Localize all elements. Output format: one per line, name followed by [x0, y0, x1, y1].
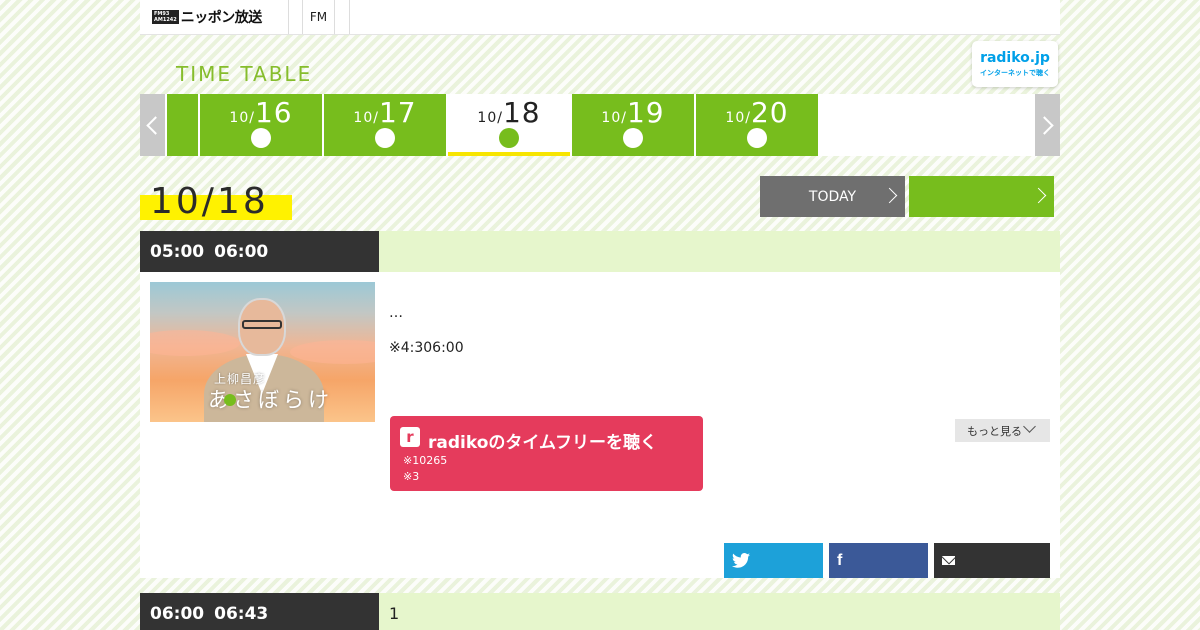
program-image[interactable]: 上柳昌彦 あさぼらけ: [150, 282, 375, 422]
time-slot-bar: 05:00 06:00: [140, 231, 1060, 272]
logo-mark: FM93 AM1242: [152, 10, 179, 24]
slot-end: 06:43: [214, 603, 269, 624]
date-tab-17[interactable]: 10/17: [324, 94, 446, 156]
date-tab-18[interactable]: 10/18: [448, 94, 570, 156]
slot-end: 06:00: [214, 241, 269, 262]
more-button-label: もっと見る: [967, 424, 1022, 438]
date-indicator-dot: [375, 128, 395, 148]
cloud-shape: [150, 330, 240, 356]
chevron-right-icon: [1035, 115, 1054, 135]
date-month: 10/: [477, 110, 503, 126]
radiko-icon: r: [400, 427, 420, 447]
date-day: 16: [254, 96, 293, 129]
twitter-icon: [732, 553, 750, 568]
today-button[interactable]: TODAY: [760, 176, 905, 217]
station-logo[interactable]: FM93 AM1242 ニッポン放送: [140, 0, 289, 34]
date-tab-16[interactable]: 10/16: [200, 94, 322, 156]
chevron-right-icon: [881, 187, 898, 204]
nav-divider: [289, 0, 303, 34]
slot-title: 1: [389, 604, 400, 623]
person-glasses: [242, 320, 282, 329]
date-day: 19: [626, 96, 665, 129]
radiko-button-note: ※10265: [403, 454, 448, 467]
radiko-logo-link[interactable]: radiko.jp インターネットで聴く: [972, 41, 1058, 87]
date-day: 18: [502, 96, 541, 129]
today-button-label: TODAY: [808, 188, 857, 205]
date-day: 17: [378, 96, 417, 129]
radiko-timefree-button[interactable]: r radikoのタイムフリーを聴く ※10265 ※3: [390, 416, 703, 491]
program-note: ※4:306:00: [389, 340, 464, 356]
radiko-button-label: radikoのタイムフリーを聴く: [428, 433, 658, 453]
next-week-button[interactable]: [1035, 94, 1060, 156]
logo-mark-bottom: AM1242: [154, 17, 177, 23]
date-month: 10/: [725, 110, 751, 126]
next-day-button[interactable]: [909, 176, 1054, 217]
slot-time: 06:00 06:43: [140, 593, 379, 630]
program-description: …: [389, 305, 403, 321]
radiko-logo-name: radiko.jp: [980, 50, 1050, 66]
date-tab-partial[interactable]: [167, 94, 198, 156]
date-indicator-dot: [747, 128, 767, 148]
cloud-shape: [290, 340, 375, 364]
facebook-share-button[interactable]: f: [829, 543, 928, 578]
time-slot-bar: 06:00 06:43 1: [140, 593, 1060, 630]
facebook-icon: f: [837, 551, 843, 569]
chevron-left-icon: [146, 115, 165, 135]
date-indicator-dot: [499, 128, 519, 148]
logo-text: ニッポン放送: [180, 10, 263, 26]
date-month: 10/: [229, 110, 255, 126]
slot-start: 05:00: [150, 241, 205, 262]
nav-fm-link[interactable]: FM: [303, 0, 335, 34]
mail-icon: [942, 556, 955, 565]
chevron-right-icon: [1030, 187, 1047, 204]
image-dot: [224, 394, 236, 406]
date-month: 10/: [353, 110, 379, 126]
mail-share-button[interactable]: [934, 543, 1050, 578]
date-selector: 10/16 10/17 10/18 10/19 10/20: [140, 94, 1060, 156]
slot-start: 06:00: [150, 603, 205, 624]
nav-link[interactable]: [335, 0, 350, 34]
radiko-button-note: ※3: [403, 470, 420, 483]
date-day: 20: [750, 96, 789, 129]
current-date-text: 10/18: [150, 181, 269, 222]
date-tab-20[interactable]: 10/20: [696, 94, 818, 156]
slot-time: 05:00 06:00: [140, 231, 379, 272]
radiko-logo-sub: インターネットで聴く: [980, 69, 1050, 77]
current-date-heading: 10/18: [140, 181, 292, 222]
twitter-share-button[interactable]: [724, 543, 823, 578]
prev-week-button[interactable]: [140, 94, 165, 156]
chevron-down-icon: [1023, 420, 1036, 433]
date-indicator-dot: [623, 128, 643, 148]
more-button[interactable]: もっと見る: [955, 419, 1050, 442]
date-month: 10/: [601, 110, 627, 126]
program-card: 上柳昌彦 あさぼらけ … ※4:306:00 r radikoのタイムフリーを聴…: [140, 272, 1060, 578]
date-indicator-dot: [251, 128, 271, 148]
site-header: FM93 AM1242 ニッポン放送 FM: [140, 0, 1060, 35]
timetable-title: TIME TABLE: [176, 62, 313, 86]
date-tab-19[interactable]: 10/19: [572, 94, 694, 156]
